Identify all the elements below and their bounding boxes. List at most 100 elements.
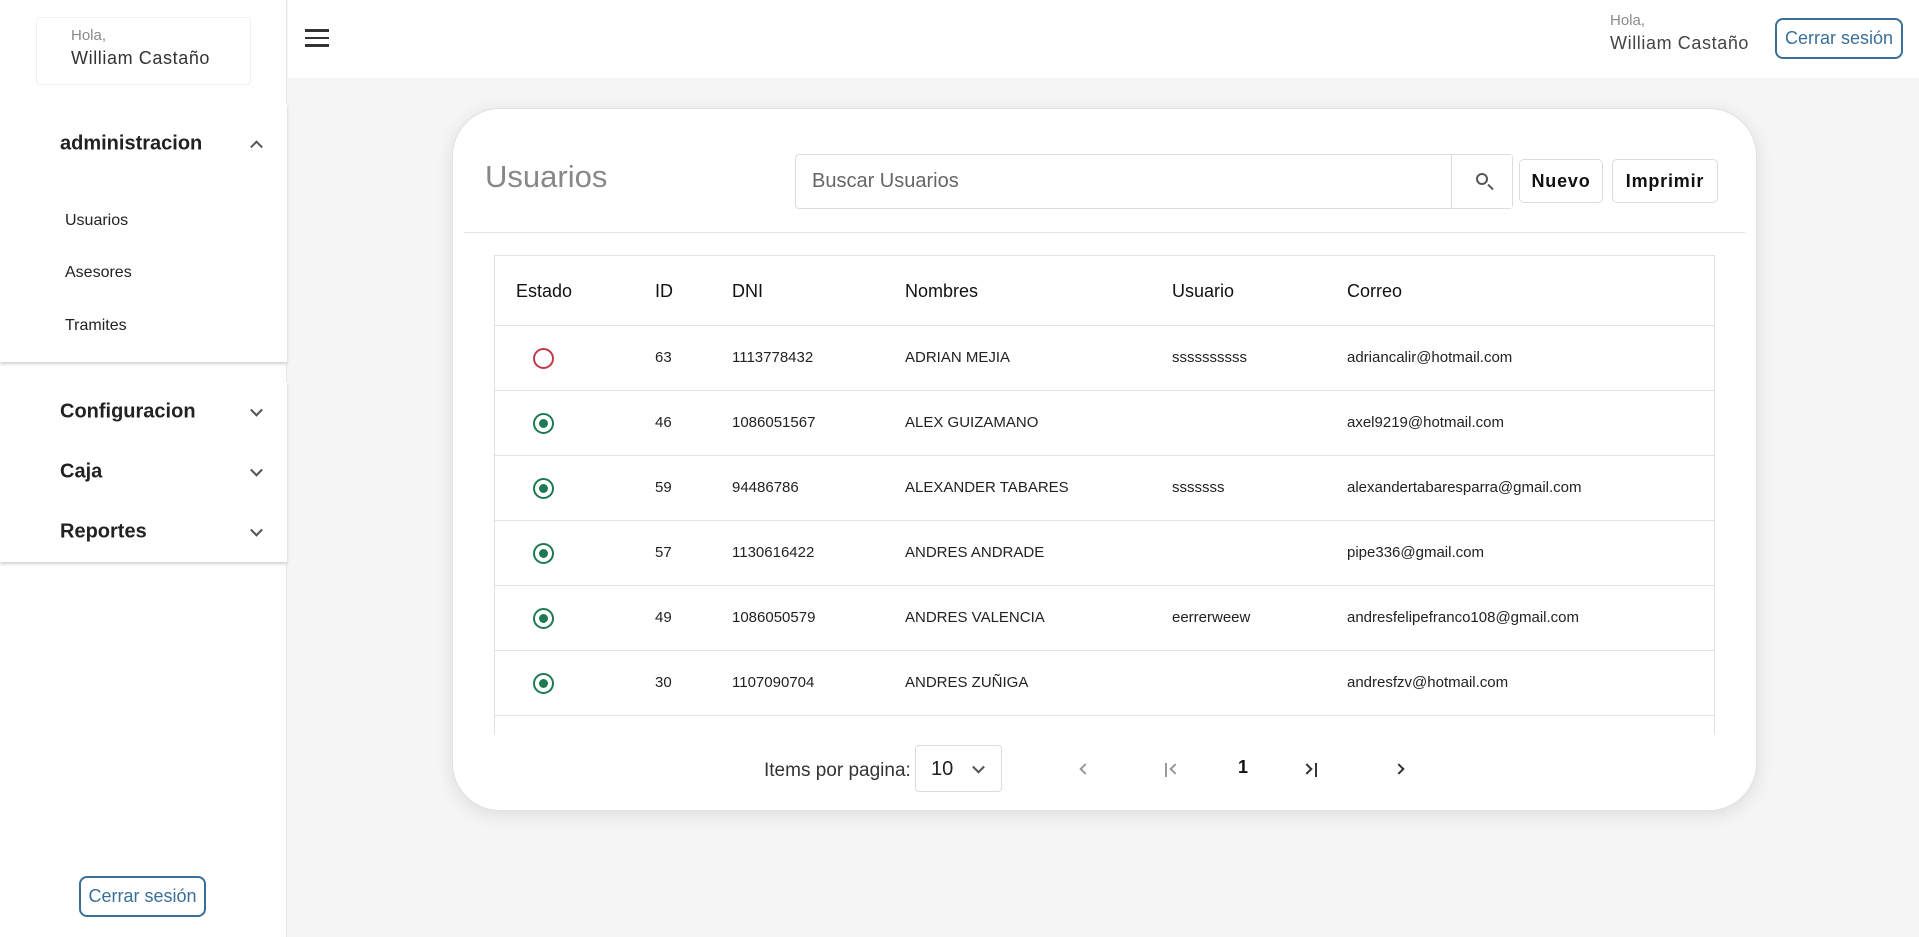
sidebar-item-tramites[interactable]: Tramites (65, 317, 127, 335)
page-size-value: 10 (931, 758, 954, 780)
column-header-estado[interactable]: Estado (516, 281, 572, 302)
chevron-left-icon (1169, 763, 1181, 775)
cell-id: 57 (655, 544, 672, 561)
status-active-icon[interactable] (533, 543, 554, 564)
users-card: Usuarios Nuevo Imprimir Estado ID DNI No… (452, 108, 1757, 811)
cell-dni: 1107090704 (732, 674, 815, 691)
cell-usuario: sssssss (1172, 479, 1225, 496)
topbar-logout-button[interactable]: Cerrar sesión (1775, 18, 1903, 59)
chevron-right-icon (1393, 763, 1405, 775)
status-inactive-icon[interactable] (533, 348, 554, 369)
chevron-up-icon (250, 140, 263, 154)
cell-correo: alexandertabaresparra@gmail.com (1347, 479, 1582, 496)
greeting-text: Hola, (1610, 12, 1646, 29)
column-header-id[interactable]: ID (655, 281, 673, 302)
chevron-down-icon (250, 463, 263, 477)
last-page-icon (1315, 763, 1317, 777)
cell-id: 63 (655, 349, 672, 366)
sidebar-section-header: Reportes (0, 502, 287, 562)
topbar-greeting: Hola, William Castaño (1610, 12, 1749, 54)
cell-dni: 1086050579 (732, 609, 816, 626)
table-row[interactable]: 30 1107090704 ANDRES ZUÑIGA andresfzv@ho… (495, 651, 1714, 716)
chevron-down-icon (250, 523, 263, 537)
chevron-down-icon (250, 403, 263, 417)
status-active-icon[interactable] (533, 608, 554, 629)
column-header-correo[interactable]: Correo (1347, 281, 1402, 302)
table-row[interactable]: 59 94486786 ALEXANDER TABARES sssssss al… (495, 456, 1714, 521)
status-active-icon[interactable] (533, 478, 554, 499)
sidebar-section-configuracion[interactable]: Configuracion (0, 382, 287, 442)
cell-id: 59 (655, 479, 672, 496)
sidebar-item-usuarios[interactable]: Usuarios (65, 212, 128, 230)
cell-id: 46 (655, 414, 672, 431)
current-page-number[interactable]: 1 (1238, 757, 1248, 778)
new-button[interactable]: Nuevo (1519, 159, 1603, 203)
table-row[interactable]: 57 1130616422 ANDRES ANDRADE pipe336@gma… (495, 521, 1714, 586)
page-title: Usuarios (485, 159, 608, 194)
sidebar-item-asesores[interactable]: Asesores (65, 264, 132, 282)
search-icon (1476, 173, 1488, 185)
cell-correo: andresfelipefranco108@gmail.com (1347, 609, 1580, 626)
table-row[interactable]: 46 1086051567 ALEX GUIZAMANO axel9219@ho… (495, 391, 1714, 456)
sidebar-section-header-administracion[interactable]: administracion (0, 104, 287, 184)
cell-nombres: ANDRES VALENCIA (905, 609, 1045, 626)
cell-nombres: ALEX GUIZAMANO (905, 414, 1039, 431)
cell-id: 49 (655, 609, 672, 626)
status-active-icon[interactable] (533, 413, 554, 434)
sidebar-section-header: Caja (0, 442, 287, 502)
cell-dni: 1130616422 (732, 544, 815, 561)
print-button[interactable]: Imprimir (1612, 159, 1718, 203)
cell-usuario: eerrerweew (1172, 609, 1251, 626)
previous-page-button[interactable] (1071, 756, 1099, 784)
sidebar-section-title: Reportes (60, 520, 147, 543)
status-active-icon[interactable] (533, 673, 554, 694)
chevron-down-icon (972, 760, 985, 774)
cell-id: 30 (655, 674, 672, 691)
items-per-page-label: Items por pagina: (764, 760, 911, 781)
column-header-dni[interactable]: DNI (732, 281, 763, 302)
cell-correo: adriancalir@hotmail.com (1347, 349, 1513, 366)
page-size-select[interactable]: 10 (915, 745, 1002, 792)
cell-correo: pipe336@gmail.com (1347, 544, 1484, 561)
user-name: William Castaño (1610, 33, 1750, 53)
user-greeting-card: Hola, William Castaño (36, 17, 251, 85)
cell-nombres: ANDRES ZUÑIGA (905, 674, 1029, 691)
search-box (795, 154, 1513, 209)
last-page-button[interactable] (1298, 756, 1326, 784)
chevron-right-icon (1301, 763, 1313, 775)
cell-usuario: ssssssssss (1172, 349, 1247, 366)
column-header-usuario[interactable]: Usuario (1172, 281, 1234, 302)
next-page-button[interactable] (1387, 756, 1415, 784)
cell-nombres: ANDRES ANDRADE (905, 544, 1045, 561)
hamburger-menu-icon[interactable] (305, 29, 329, 47)
greeting-text: Hola, (71, 27, 107, 44)
sidebar-section-reportes[interactable]: Reportes (0, 502, 287, 562)
sidebar-section-header: Configuracion (0, 382, 287, 442)
column-header-nombres[interactable]: Nombres (905, 281, 978, 302)
sidebar-section-administracion: administracion Usuarios Asesores Tramite… (0, 104, 287, 362)
chevron-left-icon (1079, 763, 1091, 775)
table-row[interactable]: 49 1086050579 ANDRES VALENCIA eerrerweew… (495, 586, 1714, 651)
table-header: Estado ID DNI Nombres Usuario Correo (495, 256, 1714, 326)
cell-nombres: ALEXANDER TABARES (905, 479, 1069, 496)
sidebar-section-caja[interactable]: Caja (0, 442, 287, 502)
cell-dni: 94486786 (732, 479, 799, 496)
cell-dni: 1086051567 (732, 414, 816, 431)
sidebar-section-title: Configuracion (60, 400, 196, 423)
table-row[interactable]: 63 1113778432 ADRIAN MEJIA ssssssssss ad… (495, 326, 1714, 391)
cell-dni: 1113778432 (732, 349, 814, 366)
first-page-icon (1165, 763, 1167, 777)
sidebar-section-title: administracion (60, 132, 203, 155)
cell-correo: axel9219@hotmail.com (1347, 414, 1504, 431)
divider (464, 232, 1745, 233)
sidebar-section-title: Caja (60, 460, 103, 483)
users-table: Estado ID DNI Nombres Usuario Correo 63 … (494, 255, 1715, 735)
search-button[interactable] (1451, 155, 1512, 208)
search-input[interactable] (796, 155, 1454, 208)
sidebar-logout-button[interactable]: Cerrar sesión (79, 876, 206, 917)
user-name: William Castaño (71, 48, 211, 68)
sidebar: Hola, William Castaño administracion Usu… (0, 0, 287, 937)
cell-correo: andresfzv@hotmail.com (1347, 674, 1509, 691)
cell-nombres: ADRIAN MEJIA (905, 349, 1011, 366)
first-page-button[interactable] (1159, 756, 1187, 784)
